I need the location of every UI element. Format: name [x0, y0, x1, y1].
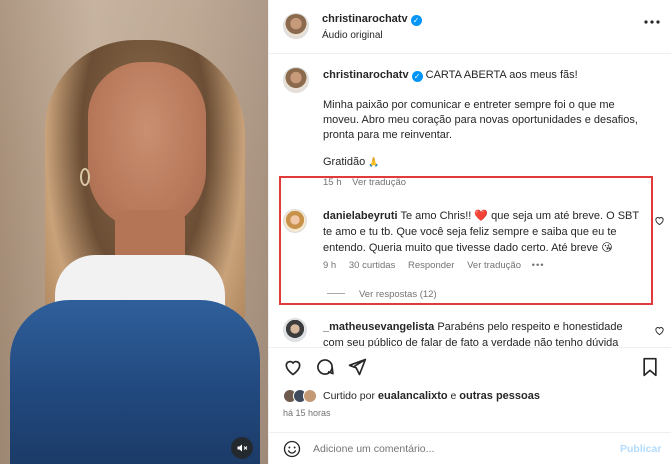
liked-by-connector: e [450, 390, 457, 402]
comment-reply-link[interactable]: Responder [408, 260, 454, 271]
comment-body: danielabeyruti Te amo Chris!! ❤️ que sej… [323, 208, 641, 256]
post-panel: christinarochatv ✓ Áudio original christi… [268, 0, 671, 464]
comment-meta: 9 h 30 curtidas Responder Ver tradução •… [323, 260, 545, 271]
verified-badge-icon: ✓ [411, 71, 423, 82]
mute-button[interactable] [231, 437, 253, 459]
caption-headline: CARTA ABERTA aos meus fãs! [425, 69, 578, 81]
comment-icon[interactable] [315, 357, 335, 377]
praying-hands-icon: 🙏 [368, 157, 380, 167]
heart-outline-icon[interactable] [654, 215, 665, 226]
publish-button[interactable]: Publicar [620, 443, 661, 455]
reel-video[interactable] [0, 0, 268, 464]
liker-avatar-3[interactable] [303, 389, 317, 403]
caption-avatar[interactable] [283, 67, 309, 93]
post-time: há 15 horas [283, 408, 331, 418]
liked-by: Curtido por eualancalixto e outras pesso… [323, 390, 540, 402]
verified-badge-icon: ✓ [410, 15, 422, 26]
caption-paragraph: Minha paixão por comunicar e entreter se… [323, 99, 638, 141]
comment-2-avatar[interactable] [283, 318, 307, 342]
comment-input[interactable] [313, 440, 603, 458]
comment-time: 9 h [323, 260, 337, 271]
comment-more-icon[interactable]: ••• [532, 260, 545, 271]
audio-label[interactable]: Áudio original [322, 30, 383, 41]
liked-by-prefix: Curtido por [323, 390, 375, 402]
comment-translate-link[interactable]: Ver tradução [467, 260, 521, 271]
heart-icon[interactable] [283, 357, 303, 377]
video-person-jacket [10, 300, 260, 464]
more-horizontal-icon[interactable] [644, 19, 660, 25]
comment-username[interactable]: danielabeyruti [323, 210, 398, 222]
liked-by-others[interactable]: outras pessoas [459, 390, 540, 402]
speaker-muted-icon [237, 444, 248, 452]
comment-bar: Publicar [269, 432, 671, 464]
caption-closing-text: Gratidão [323, 156, 366, 168]
caption-username[interactable]: christinarochatv [323, 69, 409, 81]
share-icon[interactable] [347, 357, 367, 377]
caption-first-line: christinarochatv ✓ CARTA ABERTA aos meus … [323, 68, 653, 83]
post-actions [269, 347, 671, 387]
comment-2-username[interactable]: _matheusevangelista [323, 321, 434, 333]
comment-2-clip: _matheusevangelista Parabéns pelo respei… [269, 315, 671, 347]
view-replies[interactable]: Ver respostas (12) [327, 289, 437, 300]
video-earring [80, 168, 90, 186]
comment-avatar[interactable] [283, 209, 307, 233]
comment-2-body: _matheusevangelista Parabéns pelo respei… [323, 319, 641, 347]
bookmark-icon[interactable] [641, 357, 659, 377]
caption-closing: Gratidão 🙏 [323, 155, 653, 170]
view-replies-label[interactable]: Ver respostas (12) [359, 289, 437, 300]
post-header: christinarochatv ✓ Áudio original [269, 0, 671, 54]
video-person-face [88, 62, 206, 230]
header-avatar[interactable] [283, 13, 309, 39]
comment-likes[interactable]: 30 curtidas [349, 260, 395, 271]
header-username[interactable]: christinarochatv [322, 13, 408, 25]
emoji-icon[interactable] [283, 440, 301, 458]
liked-by-user[interactable]: eualancalixto [378, 390, 448, 402]
replies-divider [327, 293, 345, 294]
heart-outline-icon[interactable] [654, 325, 665, 336]
